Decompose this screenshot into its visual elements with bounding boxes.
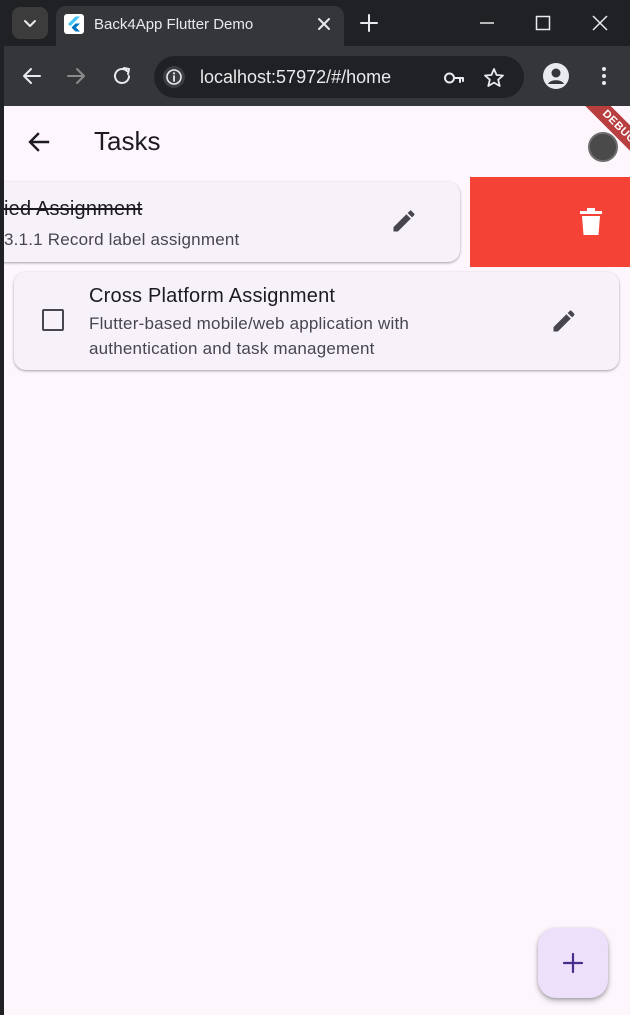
browser-tab-strip: Back4App Flutter Demo	[0, 0, 630, 46]
add-task-button[interactable]	[538, 928, 608, 998]
new-tab-icon[interactable]	[358, 12, 380, 34]
task-title: ied Assignment	[4, 198, 143, 220]
chevron-down-icon	[24, 20, 36, 27]
browser-back-icon[interactable]	[20, 64, 44, 88]
address-bar[interactable]: localhost:57972/#/home	[154, 56, 524, 98]
site-info-icon[interactable]	[162, 65, 186, 89]
reload-icon[interactable]	[110, 64, 134, 88]
edit-pencil-icon[interactable]	[550, 307, 578, 335]
browser-tab-active[interactable]: Back4App Flutter Demo	[56, 6, 344, 46]
close-window-icon[interactable]	[589, 12, 611, 34]
browser-forward-icon[interactable]	[64, 64, 88, 88]
password-key-icon[interactable]	[442, 66, 466, 90]
url-text: localhost:57972/#/home	[200, 67, 392, 87]
debug-overlay-avatar	[588, 132, 618, 162]
back-arrow-icon[interactable]	[26, 129, 52, 155]
browser-menu-icon[interactable]	[592, 64, 616, 88]
task-card-swiped[interactable]: ied Assignment 3.1.1 Record label assign…	[4, 182, 460, 262]
browser-toolbar: localhost:57972/#/home	[4, 46, 630, 106]
tab-title: Back4App Flutter Demo	[94, 16, 254, 33]
app-bar: Tasks	[4, 106, 630, 176]
app-viewport: Tasks ied Assignment 3.1.1 Record label …	[4, 106, 630, 1015]
task-description: 3.1.1 Record label assignment	[4, 230, 240, 249]
plus-icon	[562, 952, 584, 974]
edit-pencil-icon[interactable]	[390, 207, 418, 235]
task-description: Flutter-based mobile/web application wit…	[89, 314, 410, 358]
delete-swipe-background[interactable]	[470, 177, 630, 267]
page-title: Tasks	[94, 126, 161, 156]
tab-search-button[interactable]	[12, 7, 48, 39]
task-card[interactable]: Cross Platform Assignment Flutter-based …	[14, 272, 619, 370]
task-title: Cross Platform Assignment	[89, 285, 336, 307]
trash-icon	[580, 208, 602, 235]
maximize-window-icon[interactable]	[532, 12, 554, 34]
flutter-logo-icon	[64, 14, 84, 34]
profile-avatar-icon[interactable]	[542, 62, 570, 90]
task-complete-checkbox[interactable]	[42, 309, 64, 331]
minimize-window-icon[interactable]	[476, 12, 498, 34]
bookmark-star-icon[interactable]	[482, 66, 506, 90]
close-tab-icon[interactable]	[314, 14, 334, 34]
